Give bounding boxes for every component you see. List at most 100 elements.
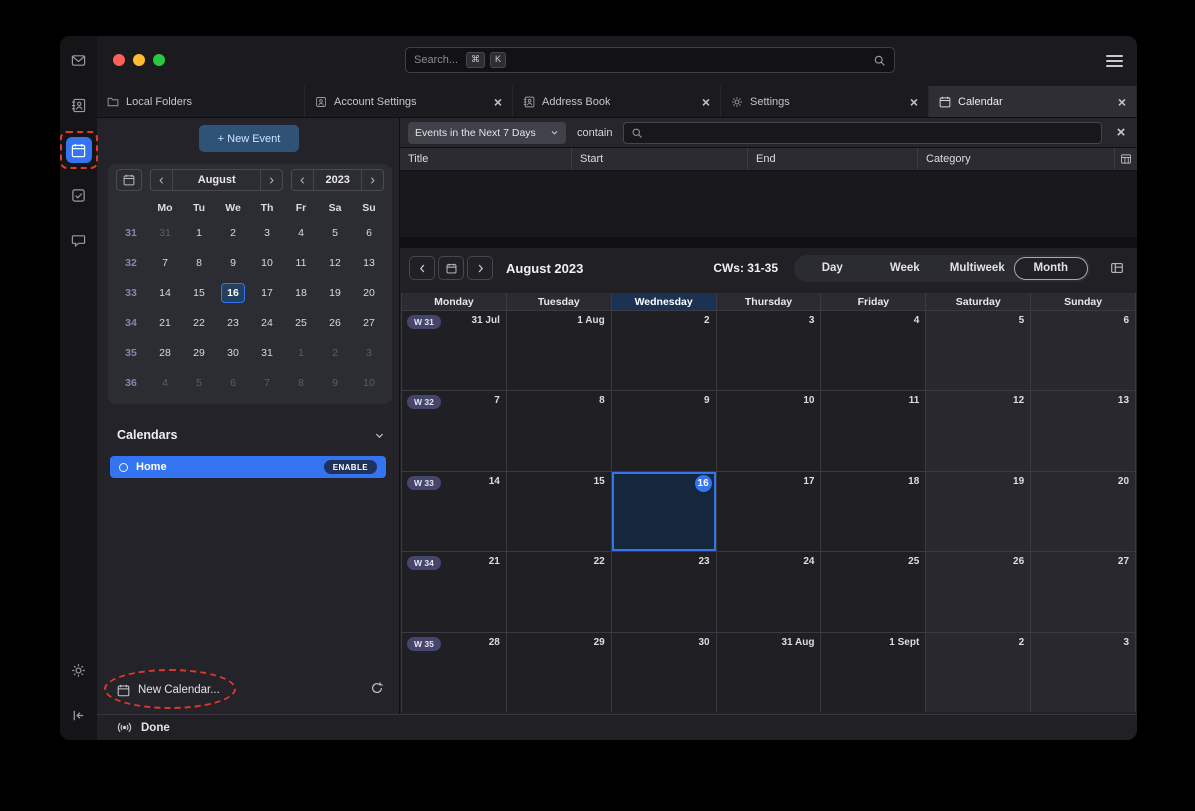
month-day-cell[interactable]: 17 xyxy=(717,472,822,551)
event-search-input[interactable] xyxy=(623,122,1102,144)
mini-day-cell[interactable]: 31 xyxy=(148,227,182,239)
mini-day-cell[interactable]: 2 xyxy=(216,227,250,239)
month-day-cell[interactable]: 23 xyxy=(612,552,717,631)
view-month-button[interactable]: Month xyxy=(1014,257,1089,280)
prev-year-button[interactable] xyxy=(292,170,314,190)
mini-day-cell[interactable]: 19 xyxy=(318,287,352,299)
mini-day-cell[interactable]: 5 xyxy=(318,227,352,239)
minimize-window-button[interactable] xyxy=(133,54,145,66)
month-day-cell[interactable]: 8 xyxy=(507,391,612,470)
mini-day-cell[interactable]: 9 xyxy=(318,377,352,389)
column-header-end[interactable]: End xyxy=(748,148,918,170)
next-year-button[interactable] xyxy=(361,170,383,190)
column-header-start[interactable]: Start xyxy=(572,148,748,170)
month-day-cell[interactable]: 3 xyxy=(717,311,822,390)
view-day-button[interactable]: Day xyxy=(796,257,869,280)
mini-day-cell[interactable]: 23 xyxy=(216,317,250,329)
mini-day-cell[interactable]: 10 xyxy=(352,377,386,389)
activity-collapse-button[interactable] xyxy=(66,702,92,728)
activity-address-book-button[interactable] xyxy=(66,92,92,118)
mini-day-cell[interactable]: 28 xyxy=(148,347,182,359)
mini-day-cell[interactable]: 11 xyxy=(284,257,318,269)
mini-day-cell[interactable]: 2 xyxy=(318,347,352,359)
mini-day-cell[interactable]: 9 xyxy=(216,257,250,269)
mini-day-cell[interactable]: 15 xyxy=(182,287,216,299)
next-period-button[interactable] xyxy=(467,256,493,280)
month-day-cell[interactable]: 6 xyxy=(1031,311,1136,390)
event-filter-dropdown[interactable]: Events in the Next 7 Days xyxy=(408,122,566,144)
today-button[interactable] xyxy=(438,256,464,280)
month-day-cell-today[interactable]: 16 xyxy=(612,472,717,551)
chevron-down-icon[interactable] xyxy=(374,430,385,441)
mini-day-cell[interactable]: 8 xyxy=(182,257,216,269)
month-day-cell[interactable]: 27 xyxy=(1031,552,1136,631)
mini-day-cell[interactable]: 27 xyxy=(352,317,386,329)
month-day-cell[interactable]: 5 xyxy=(926,311,1031,390)
month-day-cell[interactable]: 10 xyxy=(717,391,822,470)
month-day-cell[interactable]: 13 xyxy=(1031,391,1136,470)
view-week-button[interactable]: Week xyxy=(869,257,942,280)
column-header-title[interactable]: Title xyxy=(400,148,572,170)
close-tab-icon[interactable]: × xyxy=(494,95,502,109)
mini-day-cell[interactable]: 31 xyxy=(250,347,284,359)
tab-settings[interactable]: Settings× xyxy=(721,86,929,117)
new-calendar-button[interactable]: New Calendar... xyxy=(117,680,220,700)
month-day-cell[interactable]: 26 xyxy=(926,552,1031,631)
month-day-cell[interactable]: 2 xyxy=(926,633,1031,712)
global-search-input[interactable]: Search... ⌘ K xyxy=(405,47,895,73)
prev-period-button[interactable] xyxy=(409,256,435,280)
month-day-cell[interactable]: W 3314 xyxy=(402,472,507,551)
mini-day-cell[interactable]: 10 xyxy=(250,257,284,269)
tab-local-folders[interactable]: Local Folders xyxy=(97,86,305,117)
month-day-cell[interactable]: W 3528 xyxy=(402,633,507,712)
mini-day-cell[interactable]: 18 xyxy=(284,287,318,299)
month-day-cell[interactable]: W 3421 xyxy=(402,552,507,631)
mini-day-cell[interactable]: 20 xyxy=(352,287,386,299)
mini-day-cell[interactable]: 1 xyxy=(284,347,318,359)
mini-day-cell[interactable]: 6 xyxy=(216,377,250,389)
app-menu-button[interactable] xyxy=(1106,55,1123,67)
tab-calendar[interactable]: Calendar× xyxy=(929,86,1137,117)
mini-calendar-today-button[interactable] xyxy=(116,169,142,191)
mini-day-cell[interactable]: 3 xyxy=(352,347,386,359)
prev-month-button[interactable] xyxy=(151,170,173,190)
month-day-cell[interactable]: 9 xyxy=(612,391,717,470)
month-day-cell[interactable]: 12 xyxy=(926,391,1031,470)
next-month-button[interactable] xyxy=(260,170,282,190)
mini-day-cell[interactable]: 1 xyxy=(182,227,216,239)
month-day-cell[interactable]: 1 Aug xyxy=(507,311,612,390)
new-event-button[interactable]: + New Event xyxy=(199,125,299,152)
mini-day-cell[interactable]: 25 xyxy=(284,317,318,329)
month-day-cell[interactable]: 25 xyxy=(821,552,926,631)
enable-badge[interactable]: ENABLE xyxy=(324,460,377,474)
mini-day-cell[interactable]: 12 xyxy=(318,257,352,269)
month-day-cell[interactable]: 22 xyxy=(507,552,612,631)
month-day-cell[interactable]: 3 xyxy=(1031,633,1136,712)
month-day-cell[interactable]: 31 Aug xyxy=(717,633,822,712)
mini-day-cell-selected[interactable]: 16 xyxy=(216,283,250,303)
rotate-view-button[interactable] xyxy=(1106,257,1128,279)
mini-day-cell[interactable]: 17 xyxy=(250,287,284,299)
mini-day-cell[interactable]: 26 xyxy=(318,317,352,329)
zoom-window-button[interactable] xyxy=(153,54,165,66)
close-tab-icon[interactable]: × xyxy=(910,95,918,109)
close-filter-button[interactable]: × xyxy=(1113,125,1129,140)
month-day-cell[interactable]: 2 xyxy=(612,311,717,390)
mini-day-cell[interactable]: 14 xyxy=(148,287,182,299)
month-day-cell[interactable]: 4 xyxy=(821,311,926,390)
panel-divider[interactable] xyxy=(400,237,1137,248)
sync-calendars-button[interactable] xyxy=(367,679,387,699)
mini-day-cell[interactable]: 4 xyxy=(284,227,318,239)
month-day-cell[interactable]: 19 xyxy=(926,472,1031,551)
mini-day-cell[interactable]: 7 xyxy=(148,257,182,269)
close-tab-icon[interactable]: × xyxy=(702,95,710,109)
mini-day-cell[interactable]: 5 xyxy=(182,377,216,389)
mini-day-cell[interactable]: 30 xyxy=(216,347,250,359)
month-day-cell[interactable]: 24 xyxy=(717,552,822,631)
mini-day-cell[interactable]: 8 xyxy=(284,377,318,389)
tab-address-book[interactable]: Address Book× xyxy=(513,86,721,117)
activity-chat-button[interactable] xyxy=(66,227,92,253)
month-day-cell[interactable]: W 3131 Jul xyxy=(402,311,507,390)
month-day-cell[interactable]: 1 Sept xyxy=(821,633,926,712)
month-day-cell[interactable]: W 327 xyxy=(402,391,507,470)
